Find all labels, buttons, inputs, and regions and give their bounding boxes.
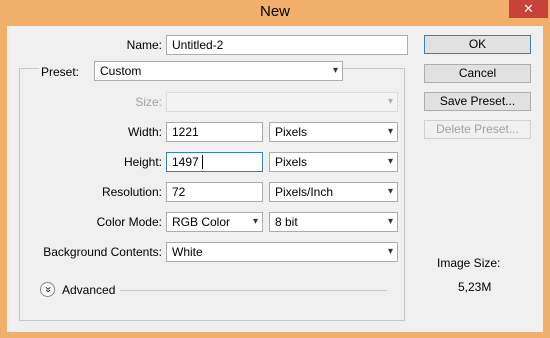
- close-icon: ✕: [523, 1, 534, 16]
- resolution-input[interactable]: 72: [166, 182, 263, 202]
- close-button[interactable]: ✕: [509, 0, 548, 18]
- bit-depth-select[interactable]: 8 bit ▾: [269, 212, 398, 232]
- color-mode-select[interactable]: RGB Color ▾: [166, 212, 263, 232]
- resolution-unit-value: Pixels/Inch: [275, 185, 334, 199]
- text-caret: [202, 155, 203, 169]
- advanced-toggle[interactable]: »: [40, 282, 55, 297]
- resolution-unit-select[interactable]: Pixels/Inch ▾: [269, 182, 398, 202]
- chevron-down-icon: ▾: [387, 156, 393, 167]
- name-input[interactable]: Untitled-2: [166, 35, 408, 55]
- name-label: Name:: [126, 38, 162, 52]
- chevron-double-down-icon: »: [42, 286, 54, 293]
- preset-value: Custom: [100, 64, 142, 78]
- resolution-label: Resolution:: [101, 185, 162, 199]
- width-unit-value: Pixels: [275, 125, 308, 139]
- delete-preset-button: Delete Preset...: [424, 120, 531, 139]
- size-label: Size:: [135, 95, 162, 109]
- color-mode-label: Color Mode:: [96, 215, 162, 229]
- height-value: 1497: [172, 155, 199, 169]
- ok-button[interactable]: OK: [424, 35, 531, 54]
- height-input[interactable]: 1497: [166, 152, 263, 172]
- chevron-down-icon: ▾: [387, 126, 393, 137]
- window-title: New: [259, 3, 290, 20]
- chevron-down-icon: ▾: [252, 216, 258, 227]
- preset-select[interactable]: Custom ▾: [94, 61, 343, 81]
- width-unit-select[interactable]: Pixels ▾: [269, 122, 398, 142]
- chevron-down-icon: ▾: [332, 65, 338, 76]
- cancel-button[interactable]: Cancel: [424, 64, 531, 83]
- height-unit-select[interactable]: Pixels ▾: [269, 152, 398, 172]
- chevron-down-icon: ▾: [387, 96, 393, 107]
- image-size-label: Image Size:: [437, 256, 501, 270]
- width-label: Width:: [127, 125, 162, 139]
- advanced-label[interactable]: Advanced: [62, 282, 122, 298]
- chevron-down-icon: ▾: [387, 186, 393, 197]
- background-contents-label: Background Contents:: [43, 245, 162, 259]
- image-size-value: 5,23M: [458, 280, 492, 294]
- height-unit-value: Pixels: [275, 155, 308, 169]
- height-label: Height:: [123, 155, 162, 169]
- color-mode-value: RGB Color: [172, 215, 231, 229]
- bit-depth-value: 8 bit: [275, 215, 298, 229]
- save-preset-button[interactable]: Save Preset...: [424, 92, 531, 111]
- background-contents-value: White: [172, 245, 203, 259]
- chevron-down-icon: ▾: [387, 246, 393, 257]
- dialog-body: Name: Untitled-2 Preset: Custom ▾ Size: …: [7, 26, 543, 332]
- width-input[interactable]: 1221: [166, 122, 263, 142]
- chevron-down-icon: ▾: [387, 216, 393, 227]
- size-select: ▾: [166, 92, 398, 112]
- advanced-divider: [120, 290, 387, 291]
- preset-label: Preset:: [41, 65, 80, 79]
- background-contents-select[interactable]: White ▾: [166, 242, 398, 262]
